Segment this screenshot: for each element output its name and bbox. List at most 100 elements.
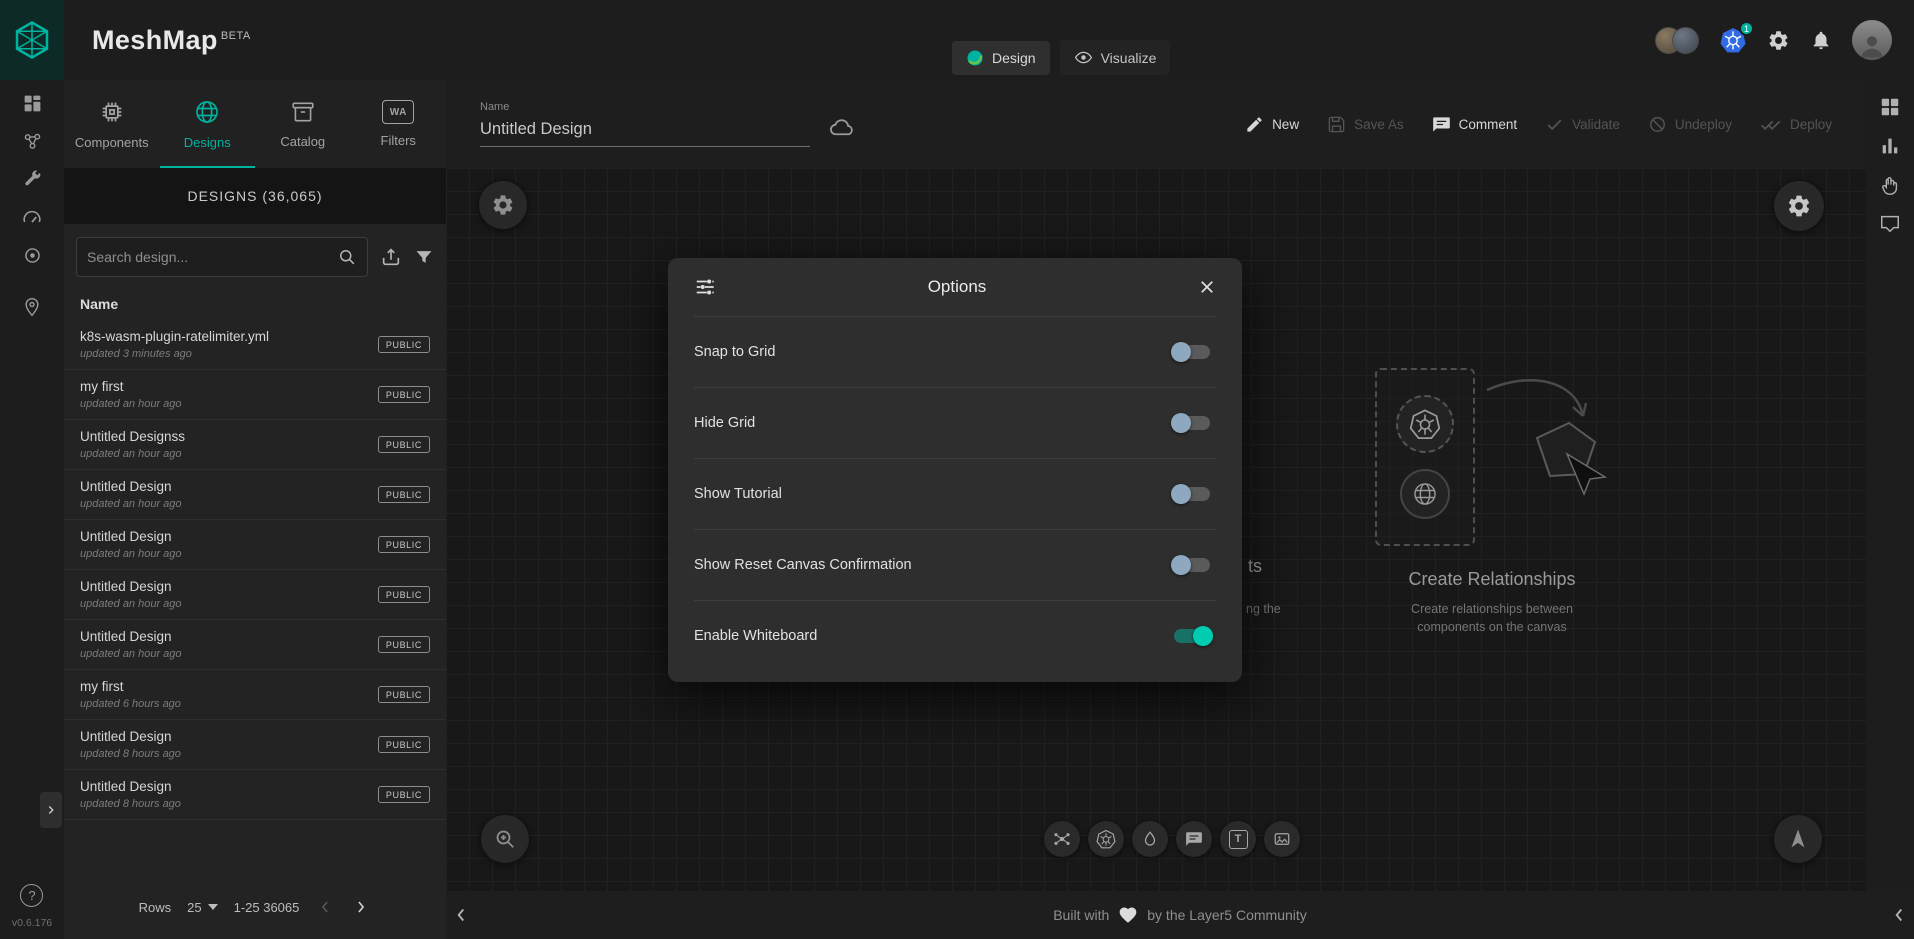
next-page-button[interactable] [351,897,371,917]
nav-dashboard-button[interactable] [12,84,52,122]
search-input[interactable] [87,249,329,265]
visualize-mode-button[interactable]: Visualize [1060,40,1171,75]
undeploy-button[interactable]: Undeploy [1648,115,1732,134]
panel-tabs: Components Designs Catalog WA Filters [64,80,446,168]
close-icon[interactable] [1198,278,1216,296]
tab-designs[interactable]: Designs [160,80,256,168]
kubernetes-context-button[interactable]: 1 [1719,26,1747,54]
tab-filters[interactable]: WA Filters [351,80,447,168]
header-right-cluster: 1 [1655,0,1892,80]
nav-extensions-button[interactable] [12,236,52,274]
option-row: Show Reset Canvas Confirmation [694,529,1216,600]
footer-collapse-right-button[interactable] [1888,904,1910,926]
nav-configuration-button[interactable] [12,160,52,198]
designs-count-header: DESIGNS (36,065) [64,168,446,224]
design-mode-button[interactable]: Design [952,41,1050,75]
action-label: Undeploy [1675,117,1732,132]
option-toggle[interactable] [1174,487,1210,501]
design-list-item[interactable]: Untitled Design updated 8 hours ago PUBL… [64,720,446,770]
comment-button[interactable]: Comment [1432,115,1518,134]
expand-drawer-button[interactable] [40,792,62,828]
design-actions: New Save As Comment Validate Undeploy [1245,115,1832,134]
upload-design-button[interactable] [380,246,402,268]
nav-lifecycle-button[interactable] [12,122,52,160]
comment-tool-button[interactable] [1176,821,1212,857]
tab-catalog[interactable]: Catalog [255,80,351,168]
design-list-item[interactable]: my first updated 6 hours ago PUBLIC [64,670,446,720]
settings-gear-button[interactable] [1767,29,1790,52]
option-toggle[interactable] [1174,345,1210,359]
name-column-header: Name [64,290,446,320]
design-list-item[interactable]: Untitled Designss updated an hour ago PU… [64,420,446,470]
design-list-item[interactable]: Untitled Design updated an hour ago PUBL… [64,470,446,520]
notifications-bell-button[interactable] [1810,29,1832,51]
mesh-gear-button[interactable] [479,181,527,229]
user-avatar-button[interactable] [1852,20,1892,60]
design-list-item[interactable]: Untitled Design updated an hour ago PUBL… [64,520,446,570]
context-count-badge: 1 [1739,21,1754,36]
canvas-options-button[interactable] [1774,181,1824,231]
design-visibility-badge: PUBLIC [378,486,430,503]
tab-label: Filters [381,133,416,148]
pencil-icon [1245,115,1264,134]
chart-button[interactable] [1879,135,1901,157]
design-updated: updated 8 hours ago [80,798,370,810]
tab-components[interactable]: Components [64,80,160,168]
design-list-item[interactable]: Untitled Design updated an hour ago PUBL… [64,620,446,670]
deploy-plane-button[interactable] [1774,815,1822,863]
design-visibility-badge: PUBLIC [378,386,430,403]
shapes-droplet-button[interactable] [1132,821,1168,857]
beta-tag: BETA [221,30,251,42]
design-list-item[interactable]: my first updated an hour ago PUBLIC [64,370,446,420]
design-updated: updated an hour ago [80,398,370,410]
footer-text-after: by the Layer5 Community [1147,907,1307,923]
rail-bottom: ? v0.6.176 [12,884,52,939]
option-toggle[interactable] [1174,629,1210,643]
design-info: Untitled Design updated 8 hours ago [80,779,378,810]
design-name-input[interactable] [480,118,810,147]
relationship-illustration [1324,368,1660,553]
action-label: Save As [1354,117,1404,132]
tab-label: Designs [184,135,231,150]
design-info: Untitled Design updated 8 hours ago [80,729,378,760]
network-components-button[interactable] [1044,821,1080,857]
nav-meshmap-pin-button[interactable] [12,288,52,326]
footer-text-before: Built with [1053,907,1109,923]
designs-sphere-icon [193,98,221,126]
save-icon [1327,115,1346,134]
option-toggle[interactable] [1174,558,1210,572]
right-dock [1866,80,1914,891]
kubernetes-node-icon [1396,395,1454,453]
design-name: Untitled Design [80,779,370,794]
help-button[interactable]: ? [20,884,43,907]
option-toggle[interactable] [1174,416,1210,430]
filter-funnel-button[interactable] [414,247,434,267]
gesture-hand-button[interactable] [1879,174,1901,196]
new-design-button[interactable]: New [1245,115,1299,134]
hidden-hint-subtitle-fragment: ng the [1246,602,1281,616]
design-list: k8s-wasm-plugin-ratelimiter.yml updated … [64,320,446,820]
comments-dock-button[interactable] [1879,213,1901,235]
footer-collapse-left-button[interactable] [450,904,472,926]
design-list-item[interactable]: k8s-wasm-plugin-ratelimiter.yml updated … [64,320,446,370]
design-updated: updated an hour ago [80,548,370,560]
collaborator-avatars [1655,27,1699,54]
design-list-item[interactable]: Untitled Design updated 8 hours ago PUBL… [64,770,446,820]
prev-page-button[interactable] [315,897,335,917]
media-tool-button[interactable] [1264,821,1300,857]
nav-performance-button[interactable] [12,198,52,236]
text-tool-button[interactable]: T [1220,821,1256,857]
panels-grid-button[interactable] [1879,96,1901,118]
toggle-knob [1171,413,1191,433]
zoom-button[interactable] [481,815,529,863]
design-list-item[interactable]: Untitled Design updated an hour ago PUBL… [64,570,446,620]
deploy-button[interactable]: Deploy [1760,115,1832,134]
collaborator-avatar[interactable] [1672,27,1699,54]
layer5-logo-button[interactable] [0,0,64,80]
action-label: New [1272,117,1299,132]
validate-button[interactable]: Validate [1545,115,1620,134]
save-as-button[interactable]: Save As [1327,115,1404,134]
rows-per-page-select[interactable]: 25 [187,900,217,915]
design-name: k8s-wasm-plugin-ratelimiter.yml [80,329,370,344]
kubernetes-tool-button[interactable] [1088,821,1124,857]
